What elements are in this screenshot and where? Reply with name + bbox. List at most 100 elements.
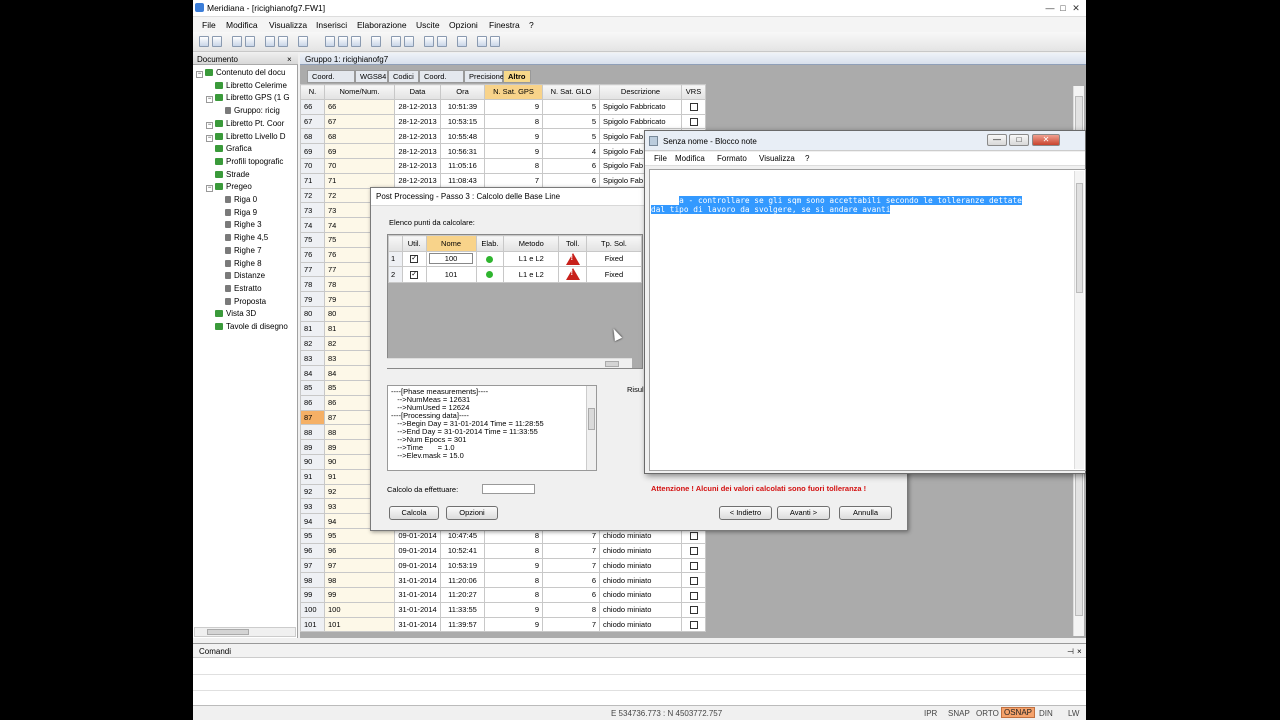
vrs-checkbox[interactable]: [689, 547, 698, 556]
notepad-scrollbar[interactable]: [1074, 171, 1084, 469]
pin-icon[interactable]: ⊣: [1067, 647, 1074, 656]
tree-node[interactable]: Strade: [206, 169, 295, 181]
status-din[interactable]: DIN: [1039, 709, 1053, 718]
status-lw[interactable]: LW: [1068, 709, 1079, 718]
tree-node[interactable]: Righe 3: [216, 219, 295, 231]
column-header[interactable]: N. Sat. GLO: [542, 84, 600, 100]
minimize-button[interactable]: —: [1044, 2, 1056, 14]
tree-node[interactable]: Righe 4,5: [216, 232, 295, 244]
tree-node[interactable]: − Libretto Pt. Coor: [206, 118, 295, 130]
print-icon[interactable]: [457, 36, 467, 47]
table-row[interactable]: 67 67 28-12-2013 10:53:15 8 5 Spigolo Fabbrica…: [300, 113, 706, 130]
vrs-checkbox[interactable]: [689, 591, 698, 600]
copy-icon[interactable]: [265, 36, 275, 47]
tree-node[interactable]: − Libretto Livello D: [206, 131, 295, 143]
tree-scrollbar[interactable]: [194, 627, 296, 637]
close-button[interactable]: ✕: [1070, 2, 1082, 14]
menu-modifica[interactable]: Modifica: [226, 20, 258, 30]
table-row[interactable]: 96 96 09-01-2014 10:52:41 8 7 chiodo miniato: [300, 542, 706, 559]
function-icon[interactable]: [391, 36, 401, 47]
log-scrollbar[interactable]: [586, 386, 596, 470]
vrs-checkbox[interactable]: [689, 561, 698, 570]
chart-icon[interactable]: [404, 36, 414, 47]
notepad-menu-file[interactable]: File: [654, 154, 667, 163]
column-header[interactable]: VRS: [681, 84, 706, 100]
menu-help[interactable]: ?: [529, 20, 534, 30]
notepad-menu-formato[interactable]: Formato: [717, 154, 747, 163]
table-row[interactable]: 2 ✓ 101 L1 e L2 ! Fixed: [388, 266, 643, 283]
column-header[interactable]: Ora: [440, 84, 485, 100]
expander-icon[interactable]: −: [206, 96, 213, 104]
command-line[interactable]: [193, 674, 1086, 675]
menu-file[interactable]: File: [202, 20, 216, 30]
table-row[interactable]: 100 100 31-01-2014 11:33:55 9 8 chiodo miniato: [300, 601, 706, 618]
new-icon[interactable]: [199, 36, 209, 47]
save-as-icon[interactable]: [245, 36, 255, 47]
menu-uscite[interactable]: Uscite: [416, 20, 440, 30]
vrs-checkbox[interactable]: [689, 606, 698, 615]
tab-coord-pla-[interactable]: Coord. Pla.: [419, 70, 464, 92]
notepad-menu-help[interactable]: ?: [805, 154, 809, 163]
notepad-maximize-button[interactable]: □: [1009, 134, 1029, 146]
tab-precisione[interactable]: Precisione: [464, 70, 504, 83]
tree-node[interactable]: Riga 9: [216, 207, 295, 219]
folder-icon[interactable]: [298, 36, 308, 47]
menu-inserisci[interactable]: Inserisci: [316, 20, 347, 30]
expander-icon[interactable]: −: [196, 71, 203, 78]
points-grid-scroll-thumb[interactable]: [605, 361, 619, 367]
tree-node[interactable]: Riga 0: [216, 194, 295, 206]
notepad-menu-visualizza[interactable]: Visualizza: [759, 154, 795, 163]
calcola-button[interactable]: Calcola: [389, 506, 439, 520]
tree-node[interactable]: Righe 8: [216, 258, 295, 270]
maximize-button[interactable]: □: [1057, 2, 1069, 14]
status-ipr[interactable]: IPR: [924, 709, 937, 718]
save-icon[interactable]: [232, 36, 242, 47]
notepad-scroll-thumb[interactable]: [1076, 183, 1083, 293]
table-row[interactable]: 66 66 28-12-2013 10:51:39 9 5 Spigolo Fabbrica…: [300, 98, 706, 115]
vrs-checkbox[interactable]: [689, 532, 698, 541]
tree-node[interactable]: Profili topografic: [206, 156, 295, 168]
column-header[interactable]: N. Sat. GPS: [484, 84, 543, 100]
grid-icon[interactable]: [325, 36, 335, 47]
zoom-icon[interactable]: [437, 36, 447, 47]
column-header[interactable]: Descrizione: [599, 84, 682, 100]
points-grid-scrollbar[interactable]: [387, 358, 632, 368]
point-name[interactable]: 101: [425, 266, 477, 283]
expander-icon[interactable]: −: [206, 134, 213, 142]
table-row[interactable]: 97 97 09-01-2014 10:53:19 9 7 chiodo miniato: [300, 557, 706, 574]
magic-icon[interactable]: [490, 36, 500, 47]
tree-node[interactable]: Righe 7: [216, 245, 295, 257]
avanti-button[interactable]: Avanti >: [777, 506, 830, 520]
notepad-close-button[interactable]: ✕: [1032, 134, 1060, 146]
menu-finestra[interactable]: Finestra: [489, 20, 520, 30]
tree-node[interactable]: Estratto: [216, 283, 295, 295]
edit-point-icon[interactable]: [351, 36, 361, 47]
point-name[interactable]: 100: [429, 253, 474, 265]
column-header[interactable]: Data: [394, 84, 441, 100]
vrs-checkbox[interactable]: [689, 576, 698, 585]
notepad-text-area[interactable]: a - controllare se gli sqm sono accettab…: [649, 169, 1086, 471]
open-icon[interactable]: [212, 36, 222, 47]
tree-node[interactable]: Tavole di disegno: [206, 321, 295, 333]
panel-close-icon[interactable]: ×: [287, 55, 292, 64]
tab-wgs84[interactable]: WGS84: [355, 70, 388, 83]
tree-node[interactable]: Vista 3D: [206, 308, 295, 320]
util-checkbox[interactable]: ✓: [410, 270, 419, 279]
expander-icon[interactable]: −: [206, 185, 213, 193]
expander-icon[interactable]: −: [206, 121, 213, 129]
status-snap[interactable]: SNAP: [948, 709, 970, 718]
table-row[interactable]: 98 98 31-01-2014 11:20:06 8 6 chiodo miniato: [300, 572, 706, 589]
tree-node[interactable]: Gruppo: ricig: [216, 105, 295, 117]
menu-visualizza[interactable]: Visualizza: [269, 20, 307, 30]
notepad-minimize-button[interactable]: —: [987, 134, 1007, 146]
col-nome[interactable]: Nome: [425, 235, 477, 252]
notepad-menu-modifica[interactable]: Modifica: [675, 154, 705, 163]
table-row[interactable]: 99 99 31-01-2014 11:20:27 8 6 chiodo miniato: [300, 587, 706, 603]
tools-icon[interactable]: [477, 36, 487, 47]
tree-node[interactable]: − Libretto GPS (1 G: [206, 92, 295, 104]
tab-altro[interactable]: Altro: [503, 70, 531, 83]
status-orto[interactable]: ORTO: [976, 709, 999, 718]
menu-opzioni[interactable]: Opzioni: [449, 20, 478, 30]
add-point-icon[interactable]: [338, 36, 348, 47]
binoculars-icon[interactable]: [424, 36, 434, 47]
